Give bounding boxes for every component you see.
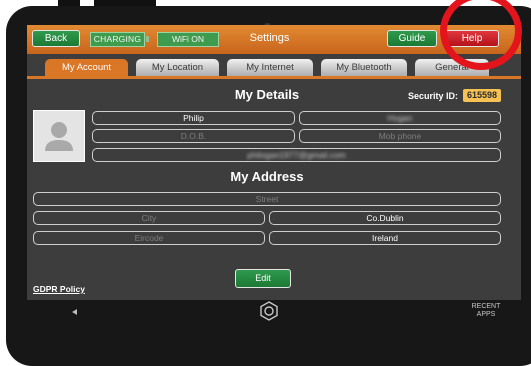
battery-tip-icon (146, 36, 149, 42)
security-id-label: Security ID: (408, 91, 459, 101)
email-value: philogan1977@gmail.com (247, 150, 346, 160)
first-name-field[interactable]: Philip (92, 111, 295, 125)
dob-field[interactable]: D.O.B. (92, 129, 295, 143)
tab-my-location[interactable]: My Location (136, 59, 219, 77)
person-icon (45, 122, 73, 151)
android-nav-bar: RECENT APPS (27, 300, 521, 330)
header-bar: Back CHARGING WiFi ON Settings Guide Hel… (27, 25, 521, 54)
tab-my-internet[interactable]: My Internet (227, 59, 313, 77)
my-address-heading: My Address (230, 169, 304, 184)
help-button[interactable]: Help (445, 30, 499, 47)
country-field[interactable]: Ireland (269, 231, 501, 245)
email-field[interactable]: philogan1977@gmail.com (92, 148, 501, 162)
eircode-field[interactable]: Eircode (33, 231, 265, 245)
city-field[interactable]: City (33, 211, 265, 225)
gdpr-policy-link[interactable]: GDPR Policy (33, 284, 85, 294)
tab-underline (27, 76, 521, 79)
security-id-value: 615598 (463, 89, 501, 102)
my-details-heading: My Details (234, 87, 300, 102)
nav-recent-apps[interactable]: RECENT APPS (471, 303, 501, 319)
last-name-field[interactable]: Hogan (299, 111, 501, 125)
page-title: Settings (249, 32, 290, 44)
street-field[interactable]: Street (33, 192, 501, 206)
edit-button[interactable]: Edit (235, 269, 291, 288)
guide-button[interactable]: Guide (387, 30, 437, 47)
tab-my-bluetooth[interactable]: My Bluetooth (321, 59, 407, 77)
tab-general[interactable]: General (415, 59, 489, 77)
avatar[interactable] (33, 110, 85, 162)
charging-badge: CHARGING (90, 32, 145, 47)
tab-my-account[interactable]: My Account (45, 59, 128, 77)
county-field[interactable]: Co.Dublin (269, 211, 501, 225)
wifi-badge: WiFi ON (157, 32, 219, 47)
mobile-phone-field[interactable]: Mob phone (299, 129, 501, 143)
last-name-value: Hogan (387, 113, 413, 123)
app-screen: Back CHARGING WiFi ON Settings Guide Hel… (27, 25, 521, 300)
back-button[interactable]: Back (32, 30, 80, 47)
nav-back-icon[interactable] (72, 309, 77, 315)
nav-home-icon[interactable] (258, 300, 280, 322)
